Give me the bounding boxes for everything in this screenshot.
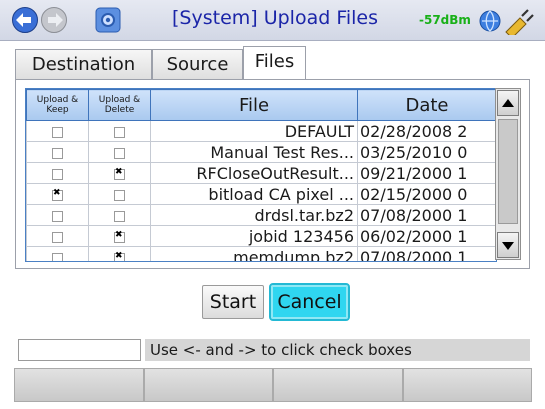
upload-keep-checkbox[interactable] — [52, 147, 63, 159]
file-date-cell: 07/08/2000 1 — [357, 246, 496, 261]
page-title: [System] Upload Files — [172, 7, 379, 29]
arrow-down-icon — [502, 242, 514, 250]
upload-keep-cell — [26, 204, 89, 226]
upload-keep-cell — [26, 141, 89, 163]
upload-delete-checkbox[interactable] — [114, 147, 125, 159]
upload-delete-checkbox[interactable] — [114, 251, 125, 261]
scroll-down-button[interactable] — [497, 232, 519, 258]
tab-destination[interactable]: Destination — [15, 49, 152, 80]
upload-keep-cell — [26, 120, 89, 142]
table-row[interactable]: DEFAULT 02/28/2008 2 — [26, 120, 496, 142]
table-row[interactable]: RFCloseOutResult...09/21/2000 1 — [26, 162, 496, 184]
upload-keep-checkbox[interactable] — [52, 168, 63, 180]
table-header-row: Upload & Keep Upload & Delete File Date — [26, 89, 496, 121]
upload-delete-cell — [88, 162, 151, 184]
file-date-cell: 02/15/2000 0 — [357, 183, 496, 205]
file-name-cell: bitload CA pixel ... — [150, 183, 358, 205]
upload-keep-cell — [26, 225, 89, 247]
softkey-1[interactable] — [14, 368, 144, 402]
table-row[interactable]: memdump.bz207/08/2000 1 — [26, 246, 496, 261]
arrow-up-icon — [502, 99, 514, 107]
power-plug-icon — [505, 9, 534, 35]
upload-delete-checkbox[interactable] — [114, 126, 125, 138]
upload-delete-checkbox[interactable] — [114, 210, 125, 222]
upload-delete-cell — [88, 204, 151, 226]
header-date[interactable]: Date — [357, 89, 496, 121]
scroll-thumb[interactable] — [498, 119, 518, 224]
upload-delete-checkbox[interactable] — [114, 189, 125, 201]
upload-delete-cell — [88, 120, 151, 142]
cancel-button[interactable]: Cancel — [269, 283, 350, 321]
upload-keep-checkbox[interactable] — [52, 231, 63, 243]
upload-delete-cell — [88, 246, 151, 261]
header-file[interactable]: File — [150, 89, 358, 121]
forward-arrow-icon[interactable] — [40, 6, 68, 34]
softkey-bar — [14, 368, 532, 402]
file-date-cell: 07/08/2000 1 — [357, 204, 496, 226]
header-upload-delete[interactable]: Upload & Delete — [88, 89, 151, 121]
file-date-cell: 02/28/2008 2 — [357, 120, 496, 142]
file-date-cell: 09/21/2000 1 — [357, 162, 496, 184]
header-upload-keep[interactable]: Upload & Keep — [26, 89, 89, 121]
softkey-2[interactable] — [143, 368, 273, 402]
command-input[interactable] — [18, 339, 141, 361]
table-row[interactable]: drdsl.tar.bz2 07/08/2000 1 — [26, 204, 496, 226]
start-button[interactable]: Start — [202, 285, 264, 319]
table-row[interactable]: jobid 12345606/02/2000 1 — [26, 225, 496, 247]
signal-strength: -57dBm — [419, 13, 471, 27]
scroll-up-button[interactable] — [497, 90, 519, 116]
file-table: Upload & Keep Upload & Delete File Date … — [25, 88, 497, 262]
file-name-cell: drdsl.tar.bz2 — [150, 204, 358, 226]
system-settings-icon[interactable] — [94, 6, 122, 34]
network-status-icons — [479, 9, 534, 35]
upload-keep-checkbox[interactable] — [52, 188, 63, 201]
file-date-cell: 06/02/2000 1 — [357, 225, 496, 247]
tab-source[interactable]: Source — [152, 49, 243, 80]
upload-keep-checkbox[interactable] — [52, 252, 63, 261]
table-row[interactable]: bitload CA pixel ...02/15/2000 0 — [26, 183, 496, 205]
table-scrollbar[interactable] — [495, 88, 521, 260]
upload-delete-cell — [88, 183, 151, 205]
file-name-cell: jobid 123456 — [150, 225, 358, 247]
file-name-cell: DEFAULT — [150, 120, 358, 142]
file-name-cell: Manual Test Res... — [150, 141, 358, 163]
upload-delete-cell — [88, 225, 151, 247]
upload-delete-cell — [88, 141, 151, 163]
tab-files[interactable]: Files — [243, 46, 306, 79]
upload-delete-checkbox[interactable] — [114, 230, 125, 243]
upload-keep-cell — [26, 162, 89, 184]
softkey-4[interactable] — [402, 368, 532, 402]
table-row[interactable]: Manual Test Res... 03/25/2010 0 — [26, 141, 496, 163]
upload-keep-cell — [26, 183, 89, 205]
upload-delete-checkbox[interactable] — [114, 167, 125, 180]
network-globe-icon — [479, 10, 501, 32]
back-arrow-icon[interactable] — [11, 6, 39, 34]
file-name-cell: memdump.bz2 — [150, 246, 358, 261]
upload-keep-cell — [26, 246, 89, 261]
softkey-3[interactable] — [273, 368, 403, 402]
upload-keep-checkbox[interactable] — [52, 126, 63, 138]
file-date-cell: 03/25/2010 0 — [357, 141, 496, 163]
file-name-cell: RFCloseOutResult... — [150, 162, 358, 184]
upload-keep-checkbox[interactable] — [52, 210, 63, 222]
title-bar: [System] Upload Files -57dBm — [0, 0, 545, 41]
hint-text: Use <- and -> to click check boxes — [145, 339, 530, 361]
